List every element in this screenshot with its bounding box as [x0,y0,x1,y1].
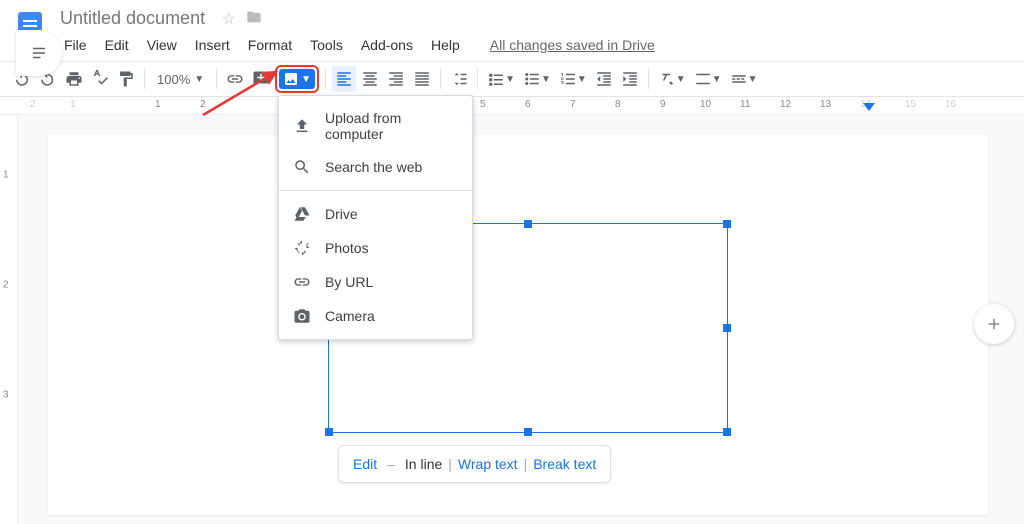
menu-format[interactable]: Format [240,33,300,57]
menu-addons[interactable]: Add-ons [353,33,421,57]
canvas-area: Edit – In line | Wrap text | Break text [18,115,1024,524]
paint-format-button[interactable] [114,66,138,92]
star-icon[interactable]: ☆ [222,9,236,29]
upload-item[interactable]: Upload from computer [279,102,472,150]
decrease-indent-button[interactable] [592,66,616,92]
resize-handle[interactable] [723,220,731,228]
increase-indent-button[interactable] [618,66,642,92]
border-style-button[interactable]: ▼ [727,66,761,92]
drive-item[interactable]: Drive [279,197,472,231]
menu-view[interactable]: View [139,33,185,57]
menu-tools[interactable]: Tools [302,33,351,57]
insert-image-dropdown: Upload from computer Search the web Driv… [278,95,473,340]
horizontal-ruler: 2 1 1 2 5 6 7 8 9 10 11 12 13 14 15 16 [0,97,1024,115]
separator [325,69,326,89]
line-spacing-button[interactable] [447,66,471,92]
workspace: 1 2 3 Edit – In line | Wrap text | [0,115,1024,524]
page[interactable]: Edit – In line | Wrap text | Break text [48,135,988,515]
wrap-text-option[interactable]: Wrap text [458,456,518,472]
align-center-button[interactable] [358,66,382,92]
resize-handle[interactable] [723,324,731,332]
zoom-select[interactable]: 100%▼ [151,72,210,87]
spellcheck-button[interactable] [88,66,112,92]
separator [279,190,472,191]
insert-image-highlight: ▼ [275,65,319,93]
break-text-option[interactable]: Break text [533,456,596,472]
header: Untitled document ☆ File Edit View Inser… [0,0,1024,57]
resize-handle[interactable] [325,428,333,436]
separator [648,69,649,89]
align-left-button[interactable] [332,66,356,92]
bullet-list-button[interactable]: ▼ [520,66,554,92]
photos-item[interactable]: Photos [279,231,472,265]
image-options-toolbar: Edit – In line | Wrap text | Break text [338,445,611,483]
separator [216,69,217,89]
title-area: Untitled document ☆ File Edit View Inser… [56,6,663,57]
edit-link[interactable]: Edit [353,456,377,472]
separator [477,69,478,89]
menu-help[interactable]: Help [423,33,468,57]
resize-handle[interactable] [524,428,532,436]
align-right-button[interactable] [384,66,408,92]
toolbar: 100%▼ ▼ ▼ ▼ ▼ ▼ ▼ ▼ [0,61,1024,97]
camera-item[interactable]: Camera [279,299,472,333]
comment-button[interactable] [249,66,273,92]
insert-image-button[interactable]: ▼ [279,69,315,89]
print-button[interactable] [62,66,86,92]
resize-handle[interactable] [723,428,731,436]
numbered-list-button[interactable]: ▼ [556,66,590,92]
by-url-item[interactable]: By URL [279,265,472,299]
clear-formatting-button[interactable]: ▼ [655,66,689,92]
separator [144,69,145,89]
align-justify-button[interactable] [410,66,434,92]
doc-title[interactable]: Untitled document [56,6,209,31]
vertical-ruler: 1 2 3 [0,115,18,524]
checklist-button[interactable]: ▼ [484,66,518,92]
right-indent-marker[interactable] [863,103,875,113]
menu-bar: File Edit View Insert Format Tools Add-o… [56,33,663,57]
link-button[interactable] [223,66,247,92]
saved-status[interactable]: All changes saved in Drive [482,33,663,57]
menu-edit[interactable]: Edit [97,33,137,57]
separator [440,69,441,89]
menu-insert[interactable]: Insert [187,33,238,57]
inline-option[interactable]: In line [405,456,442,472]
folder-icon[interactable] [246,9,262,30]
resize-handle[interactable] [524,220,532,228]
outline-button[interactable] [16,30,62,76]
search-web-item[interactable]: Search the web [279,150,472,184]
border-color-button[interactable]: ▼ [691,66,725,92]
explore-button[interactable] [974,304,1014,344]
